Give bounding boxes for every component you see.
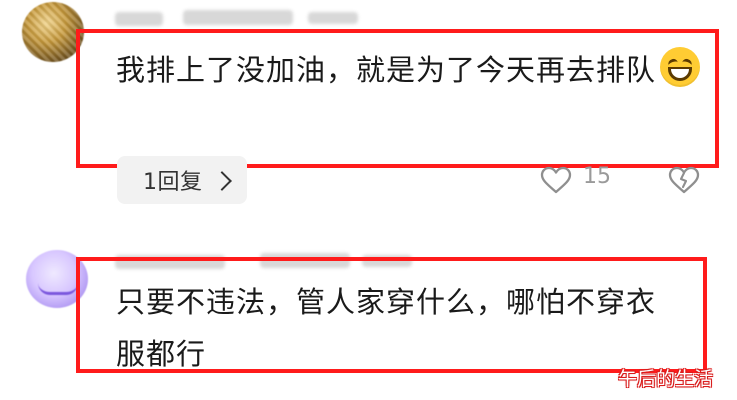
watermark: 午后的生活	[618, 368, 714, 390]
blurred-username	[260, 253, 350, 268]
blurred-meta	[362, 255, 412, 267]
comment-text: 我排上了没加油，就是为了今天再去排队	[116, 44, 701, 96]
broken-heart-dislike-icon[interactable]	[668, 166, 700, 194]
comment-text: 只要不违法，管人家穿什么，哪怕不穿衣服都行	[116, 285, 657, 371]
like-count: 15	[583, 164, 611, 189]
comment-body: 我排上了没加油，就是为了今天再去排队	[116, 53, 657, 87]
heart-like-icon[interactable]	[540, 166, 572, 194]
replies-button[interactable]: 1回复	[117, 156, 247, 204]
commenter-avatar[interactable]	[22, 2, 84, 62]
blurred-meta	[308, 12, 358, 24]
grinning-face-emoji-icon	[660, 47, 701, 87]
chevron-right-icon	[211, 170, 232, 191]
blurred-username	[115, 12, 163, 26]
blurred-username	[183, 10, 293, 25]
blurred-username	[115, 255, 225, 269]
commenter-avatar[interactable]	[26, 250, 88, 308]
replies-label: 1回复	[143, 170, 203, 195]
